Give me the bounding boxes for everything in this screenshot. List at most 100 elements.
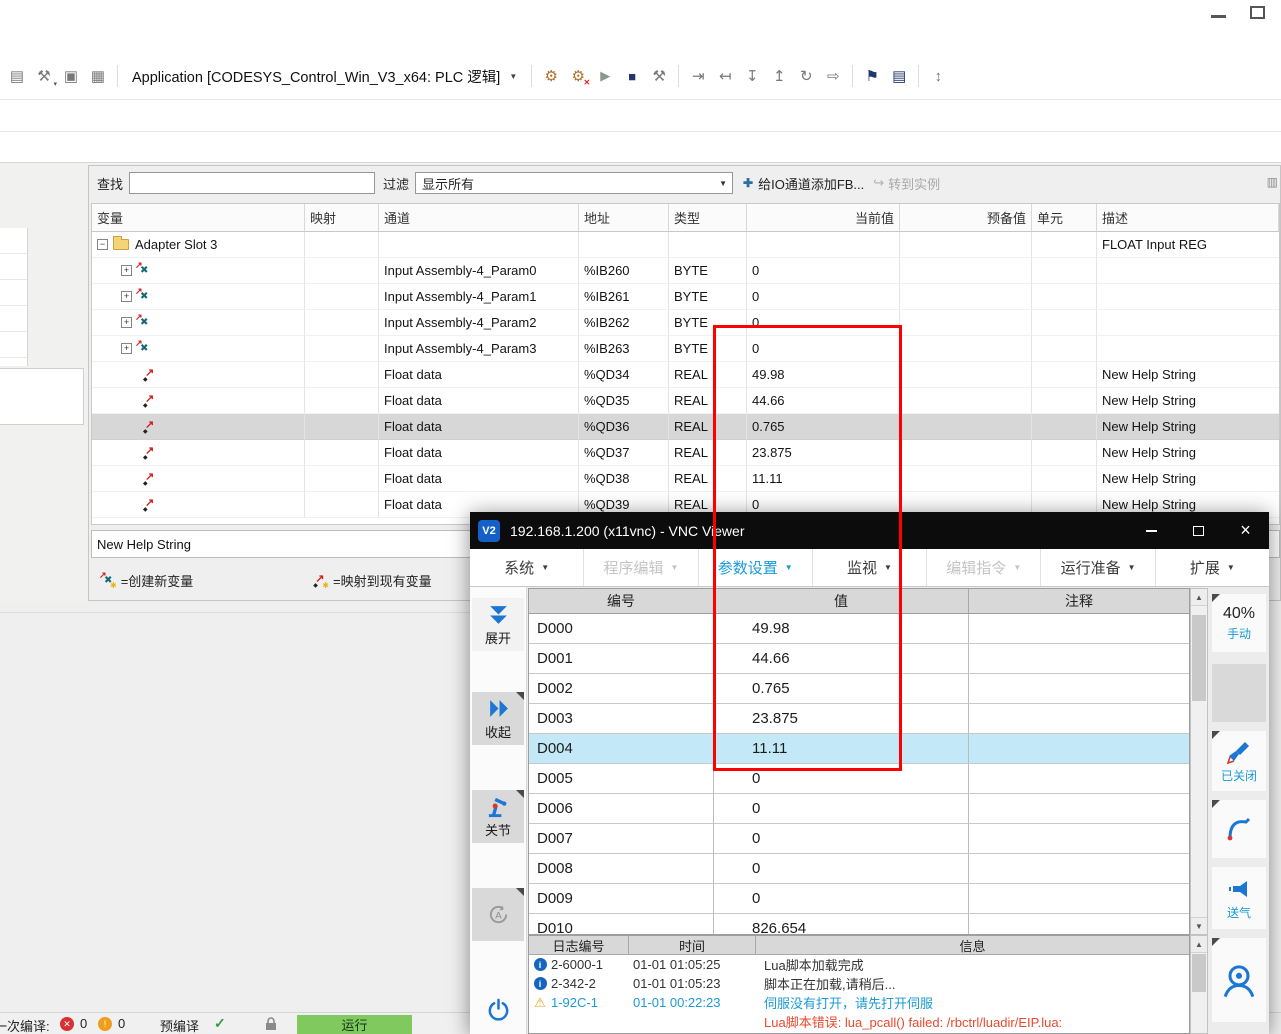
air-supply-button[interactable]: 送气 [1212,867,1266,929]
robot-button[interactable] [1212,938,1266,1022]
tab-program-edit[interactable]: 程序编辑▼ [584,549,698,586]
collapse-box-icon[interactable]: − [97,239,108,250]
io-row-adapter[interactable]: −Adapter Slot 3 FLOAT Input REG [92,232,1279,258]
io-row[interactable]: + Input Assembly-4_Param3 %IB263 BYTE 0 [92,336,1279,362]
goto-instance-button[interactable]: ↪ 转到实例 [873,171,940,195]
log-row[interactable]: i 2-342-2 01-01 01:05:23 脚本正在加载,请稍后... [529,974,1189,993]
stop-icon[interactable]: ■ [619,63,645,89]
io-row[interactable]: Float data %QD35 REAL 44.66 New Help Str… [92,388,1279,414]
col-header-channel[interactable]: 通道 [379,204,579,232]
blank-button[interactable] [1212,664,1266,722]
param-row[interactable]: D0070 [529,824,1189,854]
param-row-selected[interactable]: D00411.11 [529,734,1189,764]
col-header-unit[interactable]: 单元 [1032,204,1097,232]
view-grid-icon[interactable]: ▦ [85,63,111,89]
paste-icon[interactable]: ▤ [4,63,30,89]
log-scrollbar[interactable]: ▲ [1190,935,1208,1034]
tab-parameter-settings[interactable]: 参数设置▼ [699,549,813,586]
param-row[interactable]: D0080 [529,854,1189,884]
power-button[interactable] [472,986,524,1032]
col-header-description[interactable]: 描述 [1097,204,1279,232]
step-return-icon[interactable]: ↥ [766,63,792,89]
io-row[interactable]: + Input Assembly-4_Param1 %IB261 BYTE 0 [92,284,1279,310]
collapse-button[interactable]: 收起 [472,692,524,745]
call-stack-icon[interactable]: ▤ [886,63,912,89]
filter-dropdown[interactable]: 显示所有 ▼ [415,172,733,194]
io-row[interactable]: Float data %QD34 REAL 49.98 New Help Str… [92,362,1279,388]
scroll-up-icon[interactable]: ▲ [1191,589,1207,606]
param-table-scrollbar[interactable]: ▲ ▼ [1190,588,1208,935]
tab-run-preparation[interactable]: 运行准备▼ [1041,549,1155,586]
step-out-icon[interactable]: ↤ [712,63,738,89]
col-header-mapping[interactable]: 映射 [305,204,379,232]
application-selector[interactable]: Application [CODESYS_Control_Win_V3_x64:… [124,66,525,87]
current-value-cell[interactable]: 49.98 [747,362,900,388]
current-value-cell[interactable]: 0 [747,310,900,336]
param-row[interactable]: D00049.98 [529,614,1189,644]
force-values-icon[interactable]: ⇨ [820,63,846,89]
vnc-minimize-button[interactable] [1128,512,1175,549]
expand-box-icon[interactable]: + [121,291,132,302]
col-header-address[interactable]: 地址 [579,204,669,232]
scroll-down-icon[interactable]: ▼ [1191,917,1207,934]
new-window-icon[interactable]: ▣ [58,63,84,89]
io-row-selected[interactable]: Float data %QD36 REAL 0.765 New Help Str… [92,414,1279,440]
log-row[interactable]: Lua脚本错误: lua_pcall() failed: /rbctrl/lua… [529,1012,1189,1031]
expand-button[interactable]: 展开 [472,598,524,651]
io-row[interactable]: Float data %QD38 REAL 11.11 New Help Str… [92,466,1279,492]
scrollbar-thumb[interactable] [1192,954,1206,992]
tool-status-button[interactable]: 已关闭 [1212,731,1266,791]
param-row[interactable]: D010826.654 [529,914,1189,935]
tab-extensions[interactable]: 扩展▼ [1156,549,1269,586]
param-row[interactable]: D0060 [529,794,1189,824]
maximize-icon[interactable] [1250,6,1265,19]
tab-edit-commands[interactable]: 编辑指令▼ [927,549,1041,586]
build-icon[interactable]: ⚒▾ [31,63,57,89]
run-button[interactable]: 运行 [297,1015,412,1034]
param-row[interactable]: D0050 [529,764,1189,794]
tab-system[interactable]: 系统▼ [470,549,584,586]
restart-icon[interactable]: ↻ [793,63,819,89]
wrench-icon[interactable]: ⚒ [646,63,672,89]
speed-mode-indicator[interactable]: 40% 手动 [1212,594,1266,652]
step-into-icon[interactable]: ⇥ [685,63,711,89]
auto-rotate-button[interactable]: A [472,888,524,941]
col-header-type[interactable]: 类型 [669,204,747,232]
col-header-current-value[interactable]: 当前值 [747,204,900,232]
flow-control-icon[interactable]: ↕ [925,63,951,89]
add-fb-button[interactable]: ✚ 给IO通道添加FB... [738,171,869,195]
toolbar-overflow-icon[interactable]: ▥ [1267,175,1278,189]
io-row[interactable]: + Input Assembly-4_Param2 %IB262 BYTE 0 [92,310,1279,336]
expand-box-icon[interactable]: + [121,317,132,328]
current-value-cell[interactable]: 11.11 [747,466,900,492]
expand-box-icon[interactable]: + [121,265,132,276]
login-gear-icon[interactable]: ⚙ [538,63,564,89]
current-value-cell[interactable]: 23.875 [747,440,900,466]
scrollbar-thumb[interactable] [1192,615,1206,701]
current-value-cell[interactable]: 0 [747,258,900,284]
vnc-maximize-button[interactable] [1175,512,1222,549]
param-row[interactable]: D00323.875 [529,704,1189,734]
logout-gear-icon[interactable]: ⚙✕ [565,63,591,89]
find-input[interactable] [129,172,375,194]
vnc-titlebar[interactable]: V2 192.168.1.200 (x11vnc) - VNC Viewer × [470,512,1269,549]
expand-box-icon[interactable]: + [121,343,132,354]
param-row[interactable]: D0090 [529,884,1189,914]
vnc-close-button[interactable]: × [1222,512,1269,549]
current-value-cell[interactable]: 0 [747,336,900,362]
log-row[interactable]: i 2-6000-1 01-01 01:05:25 Lua脚本加载完成 [529,955,1189,974]
start-icon[interactable]: ▶ [592,63,618,89]
col-header-prepared-value[interactable]: 预备值 [900,204,1032,232]
step-over-icon[interactable]: ↧ [739,63,765,89]
current-value-cell[interactable]: 0.765 [747,414,900,440]
breakpoints-icon[interactable]: ⚑ [859,63,885,89]
tab-monitor[interactable]: 监视▼ [813,549,927,586]
scroll-up-icon[interactable]: ▲ [1191,936,1207,953]
param-row[interactable]: D00144.66 [529,644,1189,674]
log-row[interactable]: ⚠ 1-92C-1 01-01 00:22:23 伺服没有打开，请先打开伺服 [529,993,1189,1012]
param-row[interactable]: D0020.765 [529,674,1189,704]
current-value-cell[interactable]: 0 [747,284,900,310]
arm-tool-button[interactable] [1212,800,1266,858]
col-header-variable[interactable]: 变量 [92,204,305,232]
current-value-cell[interactable]: 44.66 [747,388,900,414]
